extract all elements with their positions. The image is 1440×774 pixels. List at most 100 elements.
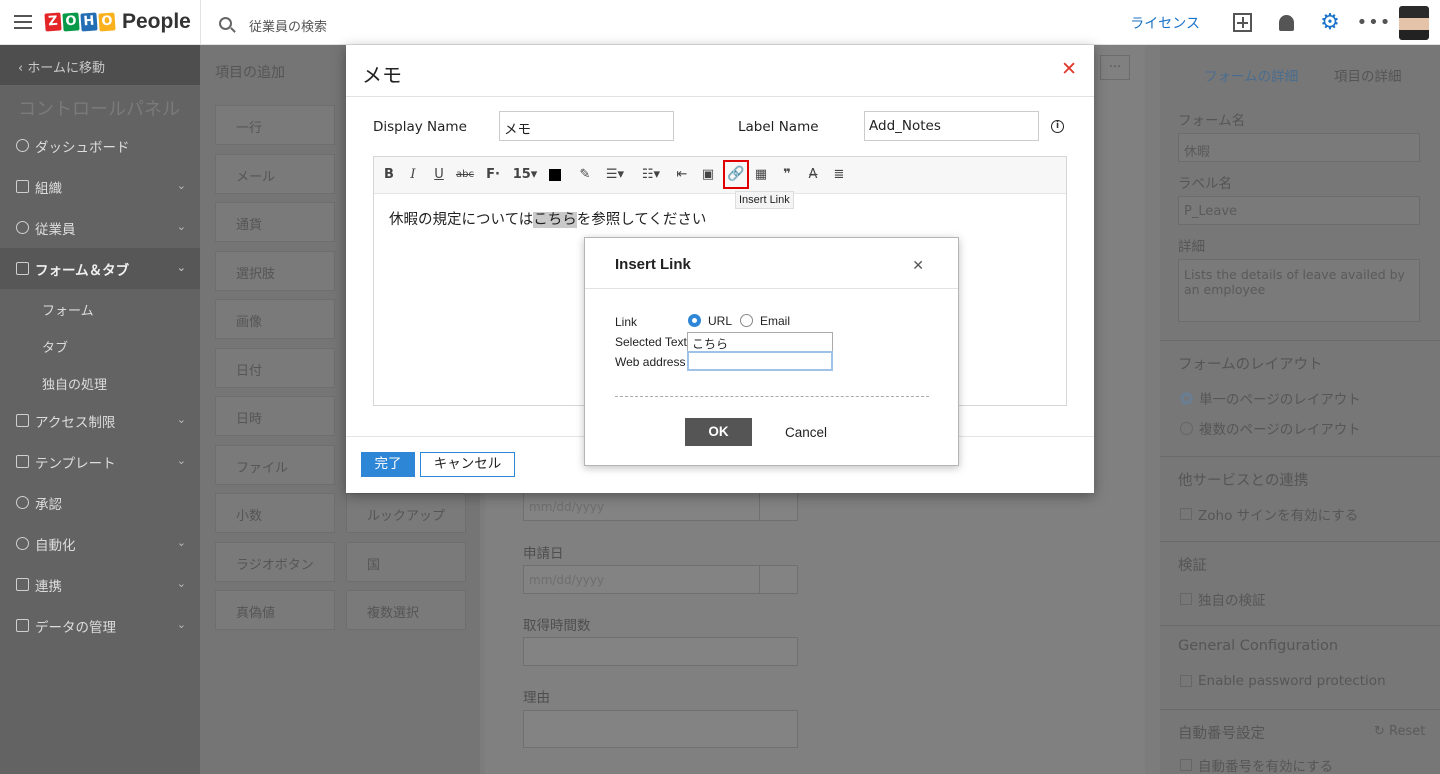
plus-square-icon — [1232, 13, 1252, 32]
license-link[interactable]: ライセンス — [1130, 13, 1200, 33]
selected-text-input[interactable]: こちら — [687, 332, 833, 352]
field-tile-file[interactable]: ファイル — [215, 445, 335, 485]
sidebar-subitem-tabs[interactable]: タブ — [0, 326, 200, 363]
table-icon[interactable]: ▦ — [753, 166, 769, 184]
line-spacing-icon[interactable]: ≣ — [831, 166, 847, 184]
description-label: 詳細 — [1178, 239, 1205, 255]
sidebar-item-integration[interactable]: 連携 ⌄ — [0, 564, 200, 605]
sidebar-item-templates[interactable]: テンプレート ⌄ — [0, 441, 200, 482]
chevron-down-icon: ⌄ — [176, 261, 186, 274]
hamburger-menu-icon[interactable] — [14, 15, 32, 29]
highlight-icon[interactable]: ✎ — [578, 166, 592, 184]
quick-add-button[interactable] — [1220, 0, 1264, 45]
layout-single-label: 単一のページのレイアウト — [1199, 392, 1361, 408]
field-tile-multiselect[interactable]: 複数選択 — [346, 590, 466, 630]
image-icon[interactable]: ▣ — [700, 166, 716, 184]
layout-single-option[interactable]: 単一のページのレイアウト — [1180, 388, 1361, 408]
field-tile-datetime[interactable]: 日時 — [215, 396, 335, 436]
quote-icon[interactable]: ❞ — [779, 166, 795, 184]
field-tile-boolean[interactable]: 真偽値 — [215, 590, 335, 630]
email-radio[interactable] — [740, 314, 753, 327]
employee-search[interactable]: 従業員の検索 — [200, 0, 660, 45]
align-icon[interactable]: ☰▾ — [602, 166, 628, 184]
sidebar-item-dashboard[interactable]: ダッシュボード — [0, 125, 200, 166]
info-icon[interactable]: i — [1051, 120, 1064, 133]
field-tile-decimal[interactable]: 小数 — [215, 493, 335, 533]
font-size-select[interactable]: 15▾ — [512, 166, 538, 184]
more-button[interactable]: ••• — [1352, 0, 1396, 45]
field-tile-image[interactable]: 画像 — [215, 299, 335, 339]
password-protection-option[interactable]: Enable password protection — [1180, 673, 1386, 689]
tab-form-details[interactable]: フォームの詳細 — [1204, 65, 1298, 85]
cancel-link-button[interactable]: Cancel — [785, 425, 827, 440]
field-tile-lookup[interactable]: ルックアップ — [346, 493, 466, 533]
font-size-value: 15 — [512, 167, 531, 182]
autonumber-enable-option[interactable]: 自動番号を有効にする — [1180, 755, 1333, 774]
field-tile-country[interactable]: 国 — [346, 542, 466, 582]
close-icon[interactable]: ✕ — [1061, 58, 1077, 80]
strikethrough-icon[interactable]: abc — [456, 166, 474, 184]
outdent-icon[interactable]: ⇤ — [674, 166, 690, 184]
custom-validation-option[interactable]: 独自の検証 — [1180, 589, 1266, 609]
calendar-icon — [759, 566, 797, 593]
label-name-input[interactable]: Add_Notes — [864, 111, 1039, 141]
font-family-icon[interactable]: F· — [484, 166, 502, 184]
font-color-icon[interactable] — [548, 166, 562, 184]
editor-selected-text: こちら — [533, 212, 577, 228]
field-tile-email[interactable]: メール — [215, 154, 335, 194]
bold-icon[interactable]: B — [382, 166, 396, 184]
description-textarea[interactable]: Lists the details of leave availed by an… — [1178, 259, 1420, 322]
date-placeholder: mm/dd/yyyy — [529, 573, 605, 587]
underline-icon[interactable]: U — [432, 166, 446, 184]
zoho-sign-option[interactable]: Zoho サインを有効にする — [1180, 504, 1358, 524]
canvas-more-button[interactable]: ... — [1100, 55, 1130, 80]
sidebar-item-label: データの管理 — [35, 619, 116, 636]
field-tile-single-line[interactable]: 一行 — [215, 105, 335, 145]
sidebar-item-approvals[interactable]: 承認 — [0, 482, 200, 523]
list-icon[interactable]: ☷▾ — [638, 166, 664, 184]
sidebar-item-employees[interactable]: 従業員 ⌄ — [0, 207, 200, 248]
field-tile-date[interactable]: 日付 — [215, 348, 335, 388]
clear-format-icon[interactable]: A̶ — [805, 166, 821, 184]
layout-multi-option[interactable]: 複数のページのレイアウト — [1180, 418, 1361, 438]
insert-link-title: Insert Link — [615, 256, 691, 273]
ok-button[interactable]: OK — [685, 418, 752, 446]
sidebar-subitem-custom-actions[interactable]: 独自の処理 — [0, 363, 200, 400]
radio-icon — [1180, 391, 1193, 405]
field-tile-currency[interactable]: 通貨 — [215, 202, 335, 242]
reason-field — [523, 710, 798, 748]
web-address-label: Web address — [615, 355, 686, 369]
web-address-input[interactable] — [687, 351, 833, 371]
zoho-people-logo[interactable]: Z O H O People — [44, 10, 191, 34]
close-icon[interactable]: ✕ — [912, 257, 924, 274]
link-type-label: Link — [615, 315, 638, 329]
integration-section-title: 他サービスとの連携 — [1160, 456, 1440, 496]
sidebar-item-forms-tabs[interactable]: フォーム＆タブ ⌄ — [0, 248, 200, 289]
bell-icon — [1278, 14, 1294, 31]
sidebar-item-organization[interactable]: 組織 ⌄ — [0, 166, 200, 207]
sidebar-title: コントロールパネル — [18, 99, 180, 120]
insert-link-icon[interactable]: 🔗 — [723, 160, 749, 189]
notifications-button[interactable] — [1264, 0, 1308, 45]
search-input[interactable]: 従業員の検索 — [249, 16, 327, 35]
back-to-home[interactable]: ‹ ホームに移動 — [0, 45, 200, 85]
reset-link[interactable]: ↻ Reset — [1374, 724, 1425, 739]
field-tile-dropdown[interactable]: 選択肢 — [215, 251, 335, 291]
italic-icon[interactable]: I — [406, 166, 420, 184]
cancel-button[interactable]: キャンセル — [420, 452, 515, 477]
avatar — [1399, 5, 1429, 40]
form-name-input[interactable]: 休暇 — [1178, 133, 1420, 162]
sidebar-item-data-admin[interactable]: データの管理 ⌄ — [0, 605, 200, 646]
tab-field-details[interactable]: 項目の詳細 — [1334, 65, 1402, 85]
profile-button[interactable] — [1396, 0, 1440, 45]
field-tile-radio[interactable]: ラジオボタン — [215, 542, 335, 582]
done-button[interactable]: 完了 — [361, 452, 415, 477]
label-name-input[interactable]: P_Leave — [1178, 196, 1420, 225]
sidebar-item-automation[interactable]: 自動化 ⌄ — [0, 523, 200, 564]
sidebar-subitem-forms[interactable]: フォーム — [0, 289, 200, 326]
settings-button[interactable]: ⚙ — [1308, 0, 1352, 45]
display-name-input[interactable]: メモ — [499, 111, 674, 141]
url-radio[interactable] — [688, 314, 701, 327]
sidebar-item-access[interactable]: アクセス制限 ⌄ — [0, 400, 200, 441]
editor-content[interactable]: 休暇の規定についてはこちらを参照してください — [389, 208, 706, 229]
